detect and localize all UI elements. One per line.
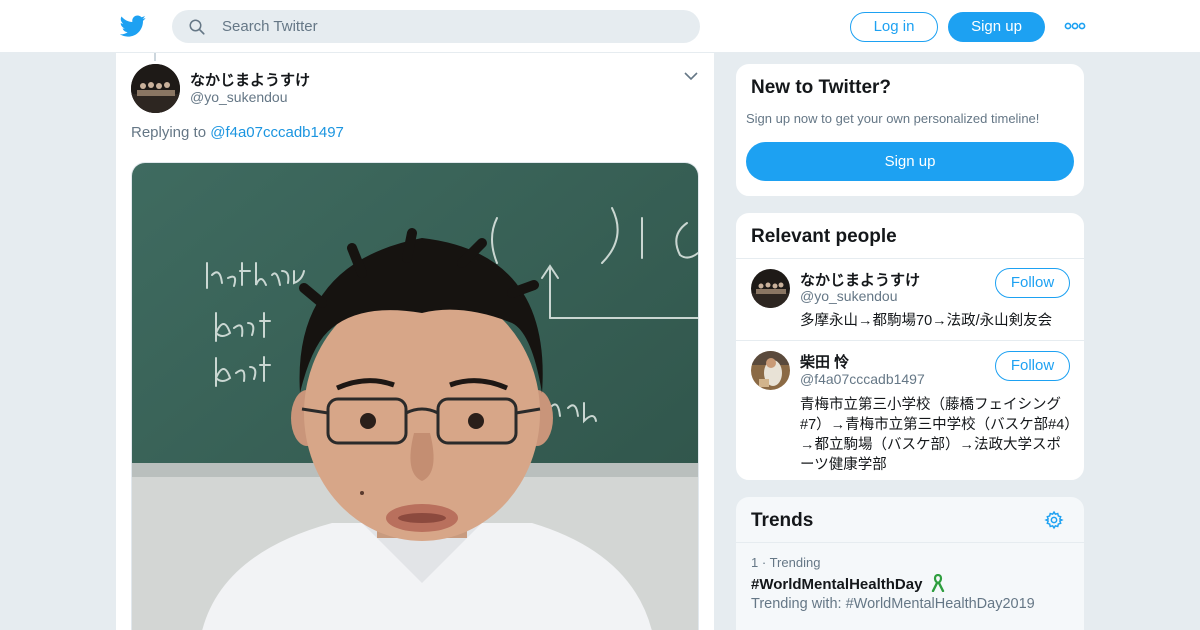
signup-card-button[interactable]: Sign up [746,142,1074,181]
chevron-down-icon[interactable] [684,71,698,81]
new-to-twitter-title: New to Twitter? [751,77,892,98]
new-to-twitter-card: New to Twitter? Sign up now to get your … [735,63,1085,197]
new-to-twitter-subtitle: Sign up now to get your own personalized… [746,111,1040,126]
relevant-people-card: Relevant people なかじまようすけ @yo_sukendou Fo… [735,212,1085,481]
trend-rank: 1 [751,555,759,570]
replying-prefix: Replying to [131,124,207,141]
avatar-image [751,269,790,308]
avatar-image [131,64,180,113]
divider [736,340,1084,341]
follow-button[interactable]: Follow [995,351,1070,381]
twitter-bird-icon[interactable] [120,13,146,39]
trend-hashtag[interactable]: #WorldMentalHealthDay [751,576,922,593]
avatar[interactable] [751,351,790,390]
avatar[interactable] [751,269,790,308]
login-button[interactable]: Log in [850,12,938,42]
gear-icon[interactable] [1044,510,1064,530]
person-bio: 多摩永山→都駒場70→法政/永山剣友会 [800,313,1053,329]
search-input[interactable] [222,10,682,43]
top-bar: Log in Sign up [0,0,1200,53]
person-handle[interactable]: @f4a07cccadb1497 [800,371,925,387]
trend-item[interactable]: #WorldMentalHealthDay [751,574,945,593]
thread-connector [154,53,156,61]
replying-to: Replying to @f4a07cccadb1497 [131,124,344,141]
trends-card: Trends 1 · Trending #WorldMentalHealthDa… [735,496,1085,630]
avatar[interactable] [131,64,180,113]
trend-with: Trending with: #WorldMentalHealthDay2019 [751,596,1035,612]
divider [736,258,1084,259]
divider [736,542,1084,543]
relevant-people-title: Relevant people [751,226,897,247]
person-handle[interactable]: @yo_sukendou [800,288,898,304]
trends-title: Trends [751,510,814,531]
tweet-photo[interactable] [131,162,699,630]
tweet-author-name[interactable]: なかじまようすけ [190,69,310,90]
green-ribbon-icon [931,574,944,592]
search-box[interactable] [172,10,700,43]
trend-category: Trending [769,555,821,570]
trend-meta: 1 · Trending [751,555,820,570]
more-dots-icon[interactable] [1064,21,1086,31]
person-name[interactable]: 柴田 怜 [800,351,849,372]
search-icon [189,19,205,35]
signup-button[interactable]: Sign up [948,12,1045,42]
follow-button[interactable]: Follow [995,268,1070,298]
person-name[interactable]: なかじまようすけ [800,269,920,290]
tweet-author-handle[interactable]: @yo_sukendou [190,89,288,105]
trend-with-tag[interactable]: #WorldMentalHealthDay2019 [846,596,1035,612]
replying-handle-link[interactable]: @f4a07cccadb1497 [210,124,344,141]
person-bio: 青梅市立第三小学校（藤橋フェイシング#7）→青梅市立第三中学校（バスケ部#4）→… [800,397,1072,473]
avatar-image [751,351,790,390]
tweet-photo-image [132,163,698,630]
trend-with-prefix: Trending with: [751,596,842,612]
trend-separator: · [761,555,767,570]
